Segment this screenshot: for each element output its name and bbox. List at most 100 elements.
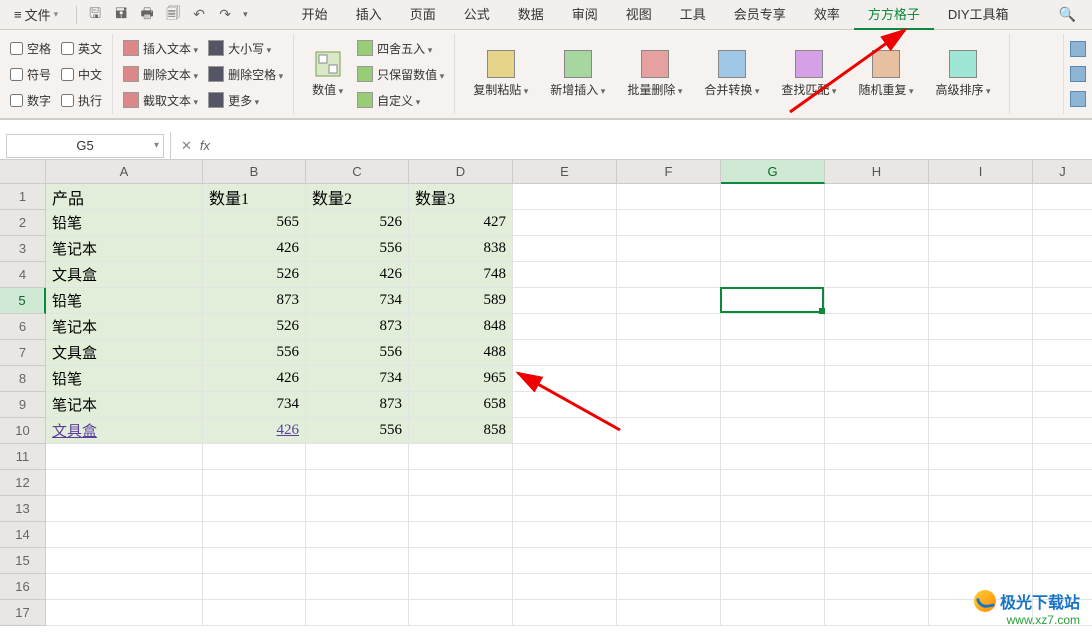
ribbon-item-四舍五入[interactable]: 四舍五入 (357, 36, 444, 60)
cell[interactable] (617, 444, 721, 470)
cell[interactable] (1033, 210, 1092, 236)
save-icon[interactable]: 🖫 (87, 7, 103, 23)
cell[interactable] (825, 210, 929, 236)
col-header-E[interactable]: E (513, 160, 617, 184)
row-header-13[interactable]: 13 (0, 496, 46, 522)
cell[interactable] (409, 470, 513, 496)
cell[interactable]: 734 (203, 392, 306, 418)
cell[interactable]: 556 (306, 418, 409, 444)
cell[interactable] (721, 600, 825, 626)
cell[interactable] (1033, 418, 1092, 444)
row-header-8[interactable]: 8 (0, 366, 46, 392)
cell[interactable] (617, 236, 721, 262)
cell[interactable] (203, 574, 306, 600)
cell[interactable]: 笔记本 (46, 392, 203, 418)
cell[interactable] (409, 522, 513, 548)
checkbox[interactable] (10, 94, 23, 107)
cell[interactable] (825, 470, 929, 496)
cell[interactable] (1033, 548, 1092, 574)
panel-icon-3[interactable] (1070, 91, 1086, 107)
cell[interactable] (409, 496, 513, 522)
ribbon-item-自定义[interactable]: 自定义 (357, 88, 444, 112)
row-header-7[interactable]: 7 (0, 340, 46, 366)
cell[interactable] (1033, 184, 1092, 210)
cell[interactable] (1033, 496, 1092, 522)
col-header-A[interactable]: A (46, 160, 203, 184)
tab-会员专享[interactable]: 会员专享 (720, 0, 800, 30)
cell[interactable] (929, 470, 1033, 496)
col-header-F[interactable]: F (617, 160, 721, 184)
cell[interactable]: 965 (409, 366, 513, 392)
cell[interactable] (1033, 392, 1092, 418)
panel-icon-2[interactable] (1070, 66, 1086, 82)
cell[interactable]: 数量1 (203, 184, 306, 210)
cell[interactable]: 556 (203, 340, 306, 366)
cell[interactable] (617, 210, 721, 236)
cell[interactable]: 873 (306, 392, 409, 418)
cell[interactable] (929, 522, 1033, 548)
cell[interactable] (1033, 470, 1092, 496)
ribbon-big-查找匹配[interactable]: 查找匹配 (773, 36, 844, 112)
cell[interactable] (617, 418, 721, 444)
ribbon-item-删除文本[interactable]: 删除文本 (123, 62, 198, 86)
cell[interactable]: 426 (203, 366, 306, 392)
redo-icon[interactable]: ↷ (217, 7, 233, 23)
ribbon-big-随机重复[interactable]: 随机重复 (850, 36, 921, 112)
cell[interactable] (1033, 522, 1092, 548)
cell[interactable] (929, 262, 1033, 288)
cell[interactable] (306, 548, 409, 574)
cell[interactable]: 858 (409, 418, 513, 444)
cell[interactable] (825, 392, 929, 418)
search-icon[interactable]: 🔍 (1049, 6, 1086, 23)
cell[interactable] (513, 600, 617, 626)
cell[interactable] (825, 288, 929, 314)
cell[interactable]: 笔记本 (46, 314, 203, 340)
cell[interactable] (46, 574, 203, 600)
cell[interactable] (513, 444, 617, 470)
row-header-9[interactable]: 9 (0, 392, 46, 418)
ribbon-item-插入文本[interactable]: 插入文本 (123, 36, 198, 60)
cancel-icon[interactable]: ✕ (181, 138, 192, 154)
cell[interactable] (617, 366, 721, 392)
cell[interactable]: 426 (203, 418, 306, 444)
row-header-4[interactable]: 4 (0, 262, 46, 288)
tab-视图[interactable]: 视图 (612, 0, 666, 30)
cell[interactable] (1033, 288, 1092, 314)
ribbon-item-删除空格[interactable]: 删除空格 (208, 62, 283, 86)
cell[interactable]: 873 (203, 288, 306, 314)
ribbon-item-更多[interactable]: 更多 (208, 88, 283, 112)
cell[interactable]: 铅笔 (46, 210, 203, 236)
cell[interactable] (825, 574, 929, 600)
cell[interactable] (929, 340, 1033, 366)
cell[interactable] (513, 522, 617, 548)
cell[interactable] (617, 574, 721, 600)
cell[interactable]: 426 (203, 236, 306, 262)
cell[interactable] (203, 470, 306, 496)
cell[interactable] (929, 548, 1033, 574)
cell[interactable] (825, 184, 929, 210)
cell[interactable] (825, 548, 929, 574)
cell[interactable] (1033, 340, 1092, 366)
cell[interactable] (721, 548, 825, 574)
tab-页面[interactable]: 页面 (396, 0, 450, 30)
cell[interactable] (46, 444, 203, 470)
cell[interactable] (46, 496, 203, 522)
cell[interactable] (513, 314, 617, 340)
tab-方方格子[interactable]: 方方格子 (854, 0, 934, 30)
cell[interactable]: 838 (409, 236, 513, 262)
cell[interactable] (721, 444, 825, 470)
ribbon-big-高级排序[interactable]: 高级排序 (928, 36, 999, 112)
cell[interactable] (929, 184, 1033, 210)
cell[interactable] (721, 574, 825, 600)
cell[interactable] (46, 470, 203, 496)
cell[interactable] (1033, 444, 1092, 470)
tab-插入[interactable]: 插入 (342, 0, 396, 30)
cell[interactable] (513, 548, 617, 574)
row-header-12[interactable]: 12 (0, 470, 46, 496)
cell[interactable]: 748 (409, 262, 513, 288)
row-header-14[interactable]: 14 (0, 522, 46, 548)
cell[interactable]: 556 (306, 236, 409, 262)
cell[interactable] (825, 314, 929, 340)
cell[interactable] (513, 340, 617, 366)
cell[interactable] (617, 184, 721, 210)
